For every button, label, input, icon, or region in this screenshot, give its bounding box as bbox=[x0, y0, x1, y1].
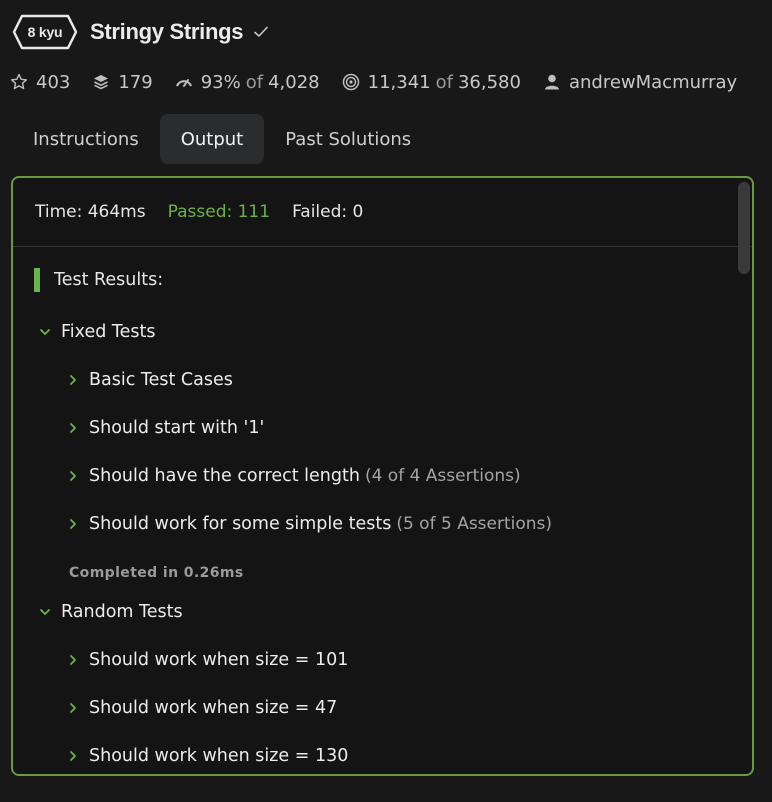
gauge-icon bbox=[175, 73, 193, 91]
test-item-label: Should start with '1' bbox=[89, 418, 265, 438]
completed-stat: 11,341 of 36,580 bbox=[342, 72, 521, 93]
completed-total: 36,580 bbox=[457, 71, 521, 93]
time-label: Time: 464ms bbox=[35, 202, 146, 222]
test-item-label: Should have the correct length bbox=[89, 466, 360, 486]
author-name[interactable]: andrewMacmurray bbox=[569, 72, 737, 93]
assertion-count: (5 of 5 Assertions) bbox=[396, 514, 553, 534]
check-icon bbox=[253, 24, 269, 40]
chevron-right-icon bbox=[67, 518, 79, 530]
test-item-basic[interactable]: Basic Test Cases bbox=[67, 370, 233, 390]
passed-label: Passed: 111 bbox=[167, 202, 271, 222]
output-panel: Time: 464ms Passed: 111 Failed: 0 Test R… bbox=[11, 176, 754, 776]
kata-title: Stringy Strings bbox=[90, 19, 244, 44]
satisfaction-total: 4,028 bbox=[268, 71, 320, 93]
collections-count: 179 bbox=[118, 71, 153, 93]
group-label: Fixed Tests bbox=[61, 322, 156, 342]
stars-count: 403 bbox=[36, 71, 71, 93]
chevron-right-icon bbox=[67, 654, 79, 666]
results-heading-label: Test Results: bbox=[54, 270, 164, 290]
stars-stat[interactable]: 403 bbox=[10, 72, 70, 93]
chevron-right-icon bbox=[67, 750, 79, 762]
rank-label: 8 kyu bbox=[27, 24, 63, 40]
test-item-label: Should work for some simple tests bbox=[89, 514, 392, 534]
test-item-label: Basic Test Cases bbox=[89, 370, 233, 390]
chevron-right-icon bbox=[67, 422, 79, 434]
tab-output[interactable]: Output bbox=[159, 114, 265, 164]
rank-badge: 8 kyu bbox=[12, 14, 78, 50]
test-item-label: Should work when size = 130 bbox=[89, 746, 349, 766]
results-heading: Test Results: bbox=[34, 267, 163, 293]
test-item-size-101[interactable]: Should work when size = 101 bbox=[67, 650, 348, 670]
satisfaction-stat: 93% of 4,028 bbox=[175, 72, 320, 93]
kata-tabs: Instructions Output Past Solutions bbox=[12, 114, 432, 164]
user-icon bbox=[543, 73, 561, 91]
kata-header: 8 kyu Stringy Strings bbox=[12, 12, 269, 52]
stack-icon bbox=[92, 73, 110, 91]
tab-past-solutions[interactable]: Past Solutions bbox=[264, 114, 432, 164]
group-label: Random Tests bbox=[61, 602, 183, 622]
completed-count: 11,341 bbox=[367, 71, 431, 93]
satisfaction-rate: 93% bbox=[200, 71, 241, 93]
chevron-down-icon bbox=[39, 326, 51, 338]
failed-label: Failed: 0 bbox=[292, 202, 364, 222]
test-results: Test Results: Fixed Tests Basic Test Cas… bbox=[13, 247, 752, 774]
chevron-right-icon bbox=[67, 702, 79, 714]
kata-stats: 403 179 93% of 4,028 11,341 of 36,580 an… bbox=[10, 68, 759, 96]
tab-instructions[interactable]: Instructions bbox=[12, 114, 160, 164]
group-fixed-tests[interactable]: Fixed Tests bbox=[39, 322, 156, 342]
assertion-count: (4 of 4 Assertions) bbox=[364, 466, 521, 486]
test-item-start[interactable]: Should start with '1' bbox=[67, 418, 264, 438]
test-summary: Time: 464ms Passed: 111 Failed: 0 bbox=[13, 178, 752, 247]
completed-time: Completed in 0.26ms bbox=[69, 565, 244, 581]
star-icon bbox=[10, 73, 28, 91]
test-item-label: Should work when size = 47 bbox=[89, 698, 338, 718]
test-item-size-47[interactable]: Should work when size = 47 bbox=[67, 698, 337, 718]
satisfaction-of: of bbox=[245, 71, 264, 93]
heading-bar bbox=[34, 268, 40, 292]
target-icon bbox=[342, 73, 360, 91]
chevron-right-icon bbox=[67, 374, 79, 386]
test-item-label: Should work when size = 101 bbox=[89, 650, 349, 670]
test-item-length[interactable]: Should have the correct length (4 of 4 A… bbox=[67, 466, 521, 486]
chevron-right-icon bbox=[67, 470, 79, 482]
test-item-simple[interactable]: Should work for some simple tests (5 of … bbox=[67, 514, 552, 534]
chevron-down-icon bbox=[39, 606, 51, 618]
test-item-size-130[interactable]: Should work when size = 130 bbox=[67, 746, 348, 766]
collections-stat[interactable]: 179 bbox=[92, 71, 153, 93]
author-stat[interactable]: andrewMacmurray bbox=[543, 72, 737, 93]
completed-of: of bbox=[435, 71, 453, 93]
group-random-tests[interactable]: Random Tests bbox=[39, 602, 183, 622]
